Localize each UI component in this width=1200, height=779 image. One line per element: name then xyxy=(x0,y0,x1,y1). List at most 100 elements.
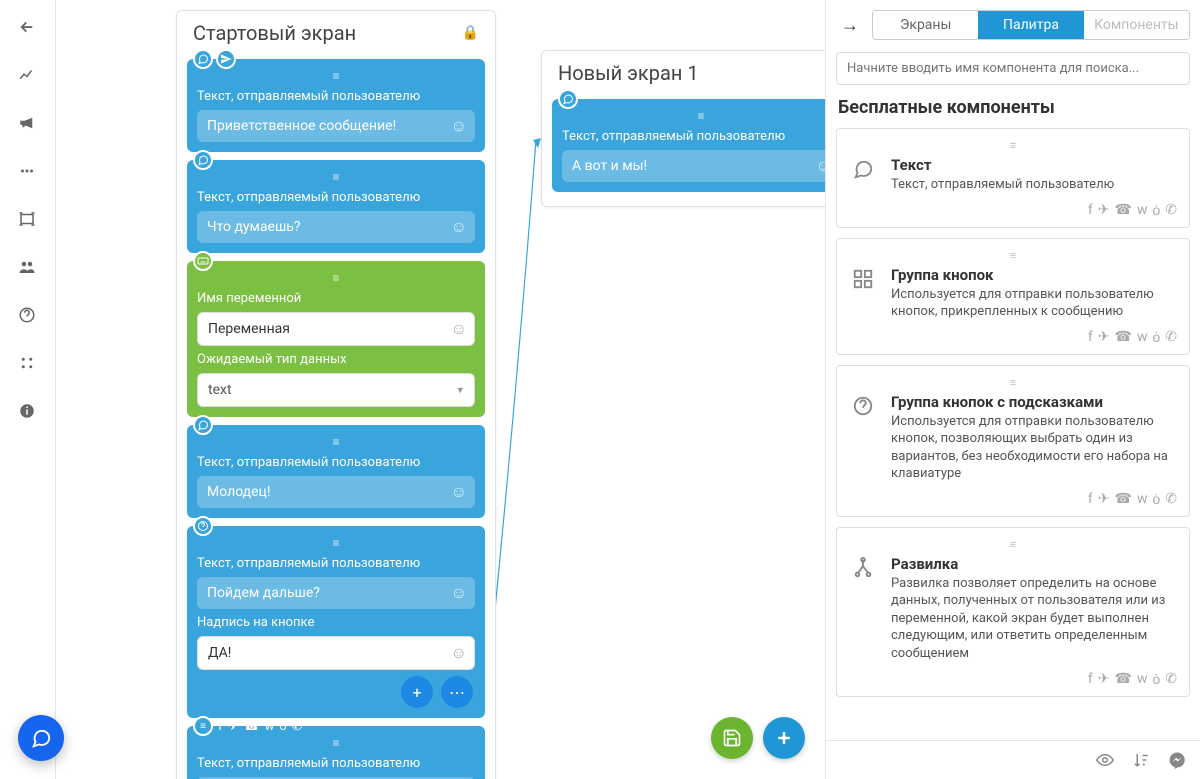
drag-handle-icon[interactable]: ≡ xyxy=(849,139,1177,152)
chat-badge-icon xyxy=(193,150,213,170)
text-input[interactable] xyxy=(197,476,475,508)
help-icon xyxy=(849,395,877,417)
telegram-icon: ✈ xyxy=(1098,202,1110,219)
chat-badge-icon xyxy=(193,49,213,69)
palette-component[interactable]: ≡Группа кнопокИспользуется для отправки … xyxy=(836,238,1190,355)
save-fab[interactable] xyxy=(711,717,753,759)
sort-icon[interactable] xyxy=(1132,751,1150,769)
drag-handle-icon[interactable]: ≡ xyxy=(849,249,1177,262)
emoji-icon[interactable]: ☺ xyxy=(451,643,467,663)
component-search-input[interactable] xyxy=(836,52,1190,85)
screen-card[interactable]: Стартовый экран🔒≡Текст, отправляемый пол… xyxy=(176,10,496,779)
drag-handle-icon[interactable]: ≡ xyxy=(197,534,475,556)
drag-handle-icon[interactable]: ≡ xyxy=(849,538,1177,551)
data-type-select[interactable]: text xyxy=(197,373,475,407)
emoji-icon[interactable]: ☺ xyxy=(816,156,825,176)
palette-component[interactable]: ≡Группа кнопок с подсказкамиИспользуется… xyxy=(836,365,1190,517)
emoji-icon[interactable]: ☺ xyxy=(451,217,467,237)
emoji-icon[interactable]: ☺ xyxy=(451,583,467,603)
ok-icon: ȯ xyxy=(1152,491,1160,508)
drag-handle-icon[interactable]: ≡ xyxy=(197,269,475,291)
right-panel: → Экраны Палитра Компоненты Бесплатные к… xyxy=(825,0,1200,779)
vk-icon: w xyxy=(1137,671,1148,688)
eye-icon[interactable] xyxy=(1096,751,1114,769)
text-input[interactable] xyxy=(197,211,475,243)
facebook-icon: f xyxy=(1088,329,1093,346)
messenger-icon[interactable] xyxy=(1168,751,1186,769)
more-fab[interactable]: ⋯ xyxy=(441,676,473,708)
ok-icon: ȯ xyxy=(1152,671,1160,688)
send-badge-icon xyxy=(216,49,236,69)
facebook-icon: f xyxy=(1088,671,1093,688)
comments-icon[interactable] xyxy=(18,162,38,182)
help-icon[interactable] xyxy=(18,306,38,326)
lock-icon[interactable]: 🔒 xyxy=(462,25,479,41)
panel-tabs: Экраны Палитра Компоненты xyxy=(872,10,1190,40)
screen-card[interactable]: Новый экран 1🔒≡Текст, отправляемый польз… xyxy=(541,50,825,207)
facebook-icon: f xyxy=(1088,202,1093,219)
emoji-icon[interactable]: ☺ xyxy=(451,482,467,502)
chart-icon[interactable] xyxy=(18,66,38,86)
block-label: Текст, отправляемый пользователю xyxy=(197,556,475,571)
block-label: Текст, отправляемый пользователю xyxy=(197,190,475,205)
ok-icon: ȯ xyxy=(1152,329,1160,346)
component-block[interactable]: ≡Текст, отправляемый пользователю ☺ xyxy=(187,160,485,253)
frame-icon[interactable] xyxy=(18,210,38,230)
block-label: Надпись на кнопке xyxy=(197,615,475,630)
info-icon[interactable] xyxy=(18,402,38,422)
component-block[interactable]: ≡Текст, отправляемый пользователю ☺ xyxy=(187,59,485,152)
telegram-icon: ✈ xyxy=(1098,671,1110,688)
block-label: Ожидаемый тип данных xyxy=(197,352,475,367)
drag-handle-icon[interactable]: ≡ xyxy=(849,376,1177,389)
tab-screens[interactable]: Экраны xyxy=(873,11,978,39)
chat-support-bubble[interactable] xyxy=(18,715,64,761)
component-block[interactable]: ≡f✈☎wȯ✆≡Текст, отправляемый пользователю… xyxy=(187,726,485,779)
text-input[interactable] xyxy=(197,577,475,609)
emoji-icon[interactable]: ☺ xyxy=(451,116,467,136)
chat-badge-icon xyxy=(193,415,213,435)
text-input[interactable] xyxy=(562,150,825,182)
block-label: Текст, отправляемый пользователю xyxy=(197,89,475,104)
megaphone-icon[interactable] xyxy=(18,114,38,134)
component-description: Текст, отправляемый пользователю xyxy=(891,176,1177,194)
tab-components[interactable]: Компоненты xyxy=(1084,11,1189,39)
block-label: Текст, отправляемый пользователю xyxy=(562,129,825,144)
component-block[interactable]: ≡Имя переменной☺Ожидаемый тип данныхtext xyxy=(187,261,485,417)
emoji-icon[interactable]: ☺ xyxy=(451,319,467,339)
facebook-icon: f xyxy=(1088,491,1093,508)
drag-handle-icon[interactable]: ≡ xyxy=(197,734,475,756)
palette-component[interactable]: ≡РазвилкаРазвилка позволяет определить н… xyxy=(836,527,1190,697)
drag-handle-icon[interactable]: ≡ xyxy=(197,67,475,89)
add-fab[interactable] xyxy=(763,717,805,759)
text-input[interactable] xyxy=(197,110,475,142)
social-icons: f✈☎wȯ✆ xyxy=(849,329,1177,346)
tab-palette[interactable]: Палитра xyxy=(978,11,1083,39)
whatsapp-icon: ✆ xyxy=(1165,491,1177,508)
button-label-input[interactable] xyxy=(197,636,475,670)
collapse-panel-icon[interactable]: → xyxy=(836,11,864,39)
drag-handle-icon[interactable]: ≡ xyxy=(197,433,475,455)
component-description: Используется для отправки пользователю к… xyxy=(891,413,1177,483)
settings-icon[interactable] xyxy=(18,354,38,374)
component-description: Используется для отправки пользователю к… xyxy=(891,286,1177,321)
canvas-area[interactable]: Стартовый экран🔒≡Текст, отправляемый пол… xyxy=(56,0,825,779)
component-block[interactable]: ≡Текст, отправляемый пользователю ☺ Надпис… xyxy=(187,526,485,718)
whatsapp-icon: ✆ xyxy=(1165,202,1177,219)
add-button-fab[interactable]: + xyxy=(401,676,433,708)
users-icon[interactable] xyxy=(18,258,38,278)
block-label: Текст, отправляемый пользователю xyxy=(197,756,475,771)
vk-icon: w xyxy=(1137,202,1148,219)
vk-icon: w xyxy=(1137,329,1148,346)
palette-component[interactable]: ≡ТекстТекст, отправляемый пользователюf✈… xyxy=(836,128,1190,228)
multi-badge: ≡f✈☎wȯ✆ xyxy=(193,716,303,736)
component-block[interactable]: ≡Текст, отправляемый пользователю ☺ xyxy=(552,99,825,192)
panel-bottom-bar xyxy=(826,740,1200,779)
screen-title: Стартовый экран xyxy=(193,21,356,45)
variable-name-input[interactable] xyxy=(197,312,475,346)
drag-handle-icon[interactable]: ≡ xyxy=(197,168,475,190)
component-block[interactable]: ≡Текст, отправляемый пользователю☺ xyxy=(187,425,485,518)
grid-icon xyxy=(849,268,877,290)
back-icon[interactable] xyxy=(18,18,38,38)
social-icons: f✈☎wȯ✆ xyxy=(849,671,1177,688)
drag-handle-icon[interactable]: ≡ xyxy=(562,107,825,129)
